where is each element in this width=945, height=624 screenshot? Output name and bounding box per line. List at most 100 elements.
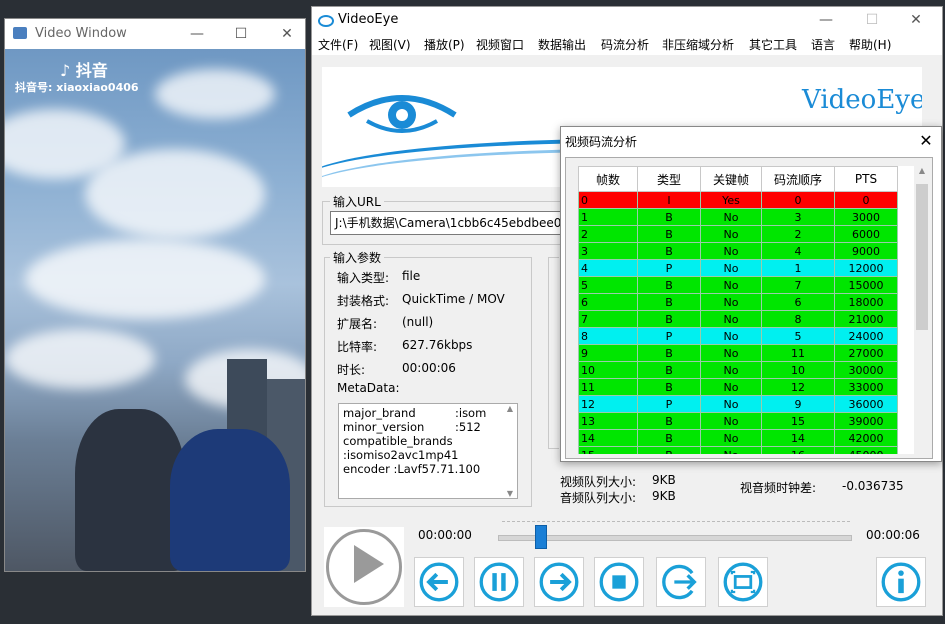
table-cell: No xyxy=(700,208,762,226)
metadata-scrollbar[interactable]: ▲ ▼ xyxy=(503,404,517,498)
table-cell: 16 xyxy=(761,446,835,454)
step-icon xyxy=(662,564,697,600)
scroll-up-icon[interactable]: ▲ xyxy=(503,404,517,413)
menu-item-0[interactable]: 文件(F) xyxy=(318,36,358,53)
dialog-close-button[interactable]: ✕ xyxy=(911,129,941,153)
table-cell: 6 xyxy=(578,293,638,311)
metadata-key: minor_version xyxy=(343,420,425,434)
param-label: 输入类型: xyxy=(337,271,390,285)
table-cell: I xyxy=(637,191,701,209)
column-header[interactable]: PTS xyxy=(834,166,898,192)
menu-item-4[interactable]: 数据输出 xyxy=(538,36,586,53)
url-input[interactable]: J:\手机数据\Camera\1cbb6c45ebdbee045 xyxy=(330,211,576,235)
step-button[interactable] xyxy=(656,557,706,607)
scrollbar-thumb[interactable] xyxy=(916,184,928,330)
table-row[interactable]: 9 B No 11 27000 xyxy=(578,344,898,362)
table-row[interactable]: 13 B No 15 39000 xyxy=(578,412,898,430)
table-cell: B xyxy=(637,412,701,430)
douyin-logo: ♪ 抖音 xyxy=(60,61,108,80)
window-icon xyxy=(13,27,27,39)
metadata-value: :isom xyxy=(455,406,487,420)
seek-slider[interactable] xyxy=(498,535,852,541)
table-row[interactable]: 4 P No 1 12000 xyxy=(578,259,898,277)
menu-item-7[interactable]: 其它工具 xyxy=(749,36,797,53)
table-cell: 10 xyxy=(761,361,835,379)
column-header[interactable]: 码流顺序 xyxy=(761,166,835,192)
maximize-button[interactable]: ☐ xyxy=(221,19,261,49)
table-scrollbar[interactable]: ▲ xyxy=(914,166,930,454)
table-row[interactable]: 12 P No 9 36000 xyxy=(578,395,898,413)
table-cell: 15 xyxy=(578,446,638,454)
video-window-titlebar[interactable]: Video Window — ☐ ✕ xyxy=(5,19,305,49)
table-cell: P xyxy=(637,259,701,277)
table-row[interactable]: 0 I Yes 0 0 xyxy=(578,191,898,209)
video-queue-label: 视频队列大小: xyxy=(560,475,637,489)
video-params-group xyxy=(548,257,559,449)
table-cell: No xyxy=(700,310,762,328)
pause-button[interactable] xyxy=(474,557,524,607)
column-header[interactable]: 类型 xyxy=(637,166,701,192)
menu-item-2[interactable]: 播放(P) xyxy=(424,36,465,53)
minimize-button[interactable]: — xyxy=(806,5,846,35)
menu-item-9[interactable]: 帮助(H) xyxy=(849,36,891,53)
table-cell: 33000 xyxy=(834,378,898,396)
table-row[interactable]: 15BNo1645000 xyxy=(578,446,898,454)
scroll-up-icon[interactable]: ▲ xyxy=(914,166,930,180)
table-cell: 6 xyxy=(761,293,835,311)
table-cell: 12000 xyxy=(834,259,898,277)
param-value: 627.76kbps xyxy=(402,338,473,352)
fullscreen-button[interactable] xyxy=(718,557,768,607)
stop-icon xyxy=(599,562,639,602)
column-header[interactable]: 关键帧 xyxy=(700,166,762,192)
table-row[interactable]: 5 B No 7 15000 xyxy=(578,276,898,294)
table-row[interactable]: 6 B No 6 18000 xyxy=(578,293,898,311)
info-icon xyxy=(881,562,921,602)
table-row[interactable]: 10 B No 10 30000 xyxy=(578,361,898,379)
table-row[interactable]: 2 B No 2 6000 xyxy=(578,225,898,243)
table-row[interactable]: 11 B No 12 33000 xyxy=(578,378,898,396)
table-cell: 12 xyxy=(578,395,638,413)
maximize-button[interactable]: ☐ xyxy=(852,5,892,35)
table-cell: B xyxy=(637,429,701,447)
param-value: 00:00:06 xyxy=(402,361,456,375)
metadata-key: encoder :Lavf57.71.100 xyxy=(343,462,481,476)
scroll-down-icon[interactable]: ▼ xyxy=(503,489,517,498)
av-clock-value: -0.036735 xyxy=(842,479,904,493)
metadata-row: major_brand:isom xyxy=(343,406,517,420)
info-button[interactable] xyxy=(876,557,926,607)
table-cell: 24000 xyxy=(834,327,898,345)
table-cell: 27000 xyxy=(834,344,898,362)
table-cell: B xyxy=(637,293,701,311)
stop-button[interactable] xyxy=(594,557,644,607)
table-row[interactable]: 1 B No 3 3000 xyxy=(578,208,898,226)
param-value: QuickTime / MOV xyxy=(402,292,505,306)
play-button[interactable] xyxy=(324,527,404,607)
menu-item-8[interactable]: 语言 xyxy=(811,36,835,53)
frame-table: 帧数 类型 关键帧 码流顺序 PTS 0 I Yes 0 0 1 B No 3 3000 2 B No 2 6000… xyxy=(578,166,898,454)
table-row[interactable]: 8 P No 5 24000 xyxy=(578,327,898,345)
url-group-label: 输入URL xyxy=(330,193,384,210)
table-cell: No xyxy=(700,395,762,413)
close-button[interactable]: ✕ xyxy=(267,19,307,49)
forward-button[interactable] xyxy=(534,557,584,607)
main-titlebar[interactable]: VideoEye — ☐ ✕ xyxy=(312,7,942,33)
menu-item-5[interactable]: 码流分析 xyxy=(601,36,649,53)
table-row[interactable]: 14 B No 14 42000 xyxy=(578,429,898,447)
menu-item-3[interactable]: 视频窗口 xyxy=(476,36,524,53)
table-cell: 0 xyxy=(834,191,898,209)
table-cell: 12 xyxy=(761,378,835,396)
menu-item-1[interactable]: 视图(V) xyxy=(369,36,411,53)
seek-slider-handle[interactable] xyxy=(535,525,548,549)
table-row[interactable]: 7 B No 8 21000 xyxy=(578,310,898,328)
back-button[interactable] xyxy=(414,557,464,607)
table-row[interactable]: 3 B No 4 9000 xyxy=(578,242,898,260)
table-cell: B xyxy=(637,344,701,362)
metadata-textbox[interactable]: major_brand:isom minor_version:512 compati… xyxy=(338,403,518,499)
close-button[interactable]: ✕ xyxy=(896,5,936,35)
dialog-titlebar[interactable]: 视频码流分析 ✕ xyxy=(561,127,941,155)
minimize-button[interactable]: — xyxy=(177,19,217,49)
column-header[interactable]: 帧数 xyxy=(578,166,638,192)
menu-item-6[interactable]: 非压缩域分析 xyxy=(662,36,734,53)
table-cell: 2 xyxy=(578,225,638,243)
back-icon xyxy=(419,562,459,602)
